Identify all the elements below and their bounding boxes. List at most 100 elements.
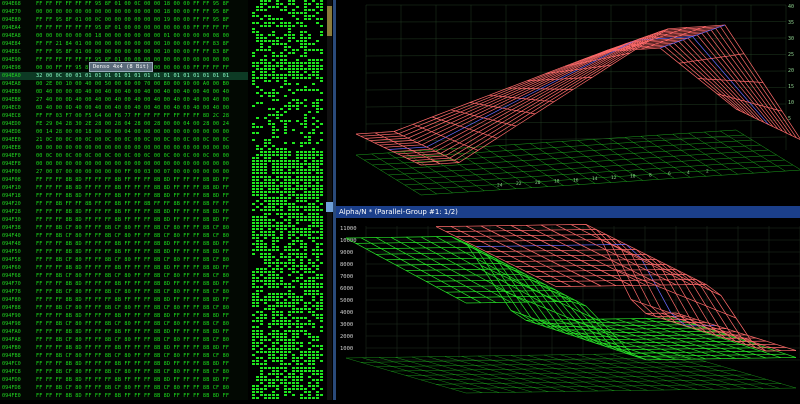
hex-row-bytes[interactable]: 00 2E 00 10 00 40 00 50 00 60 00 70 00 8…: [36, 80, 229, 88]
hex-row-bytes[interactable]: FF FF 8B CF 80 FF FF 8B CF 80 FF FF 8B C…: [36, 224, 229, 232]
hex-row[interactable]: 094F98 FF FF 8B CF 80 FF FF 8B CF 80 FF F…: [0, 320, 248, 328]
hex-row-bytes[interactable]: FF FF 03 F7 00 F5 64 60 F8 77 FF FF FF F…: [36, 112, 229, 120]
hex-row-bytes[interactable]: FF FF FF FF FF FF 95 8F 01 00 0C 00 00 1…: [36, 0, 229, 8]
hex-row[interactable]: 094F70 FF FF FF 8B 8D FF FF FF 8B FF FF F…: [0, 280, 248, 288]
hex-row-bytes[interactable]: 00 14 28 00 00 18 00 00 00 04 00 00 00 0…: [36, 128, 229, 136]
hex-row[interactable]: 094ED0 FE 29 04 28 30 2E 28 00 28 04 28 0…: [0, 120, 248, 128]
hex-row-bytes[interactable]: 00 00 00 00 00 00 00 00 00 00 00 00 00 1…: [36, 8, 229, 16]
hex-row[interactable]: 094FD8 FF FF 8B CF 80 FF FF 8B CF 80 FF F…: [0, 384, 248, 392]
hex-dump-pane[interactable]: 094E68 FF FF FF FF FF FF 95 8F 01 00 0C 0…: [0, 0, 248, 400]
hex-row[interactable]: 094EB0 0D 40 00 00 0D 40 00 40 00 40 00 4…: [0, 88, 248, 96]
hex-row[interactable]: 094F20 FF FF 8B FF FF 8B FF FF 8B FF FF 8…: [0, 200, 248, 208]
hex-row[interactable]: 094FC8 FF FF 8B CF 80 FF FF 8B CF 80 FF F…: [0, 368, 248, 376]
top-3d-surface-svg[interactable]: 40353025201510524 22 20 18 16 14 12 10 8 6 4 2: [336, 0, 800, 206]
hex-row-bytes[interactable]: FF FF FF 8B 8D FF FF FF 8B FF FF FF 8B 8…: [36, 280, 229, 288]
hex-row[interactable]: 094E8C FF FF 95 8F 01 00 00 00 00 00 00 0…: [0, 48, 248, 56]
hex-row[interactable]: 094F40 FF FF 8B CF 80 FF FF 8B CF 80 FF F…: [0, 232, 248, 240]
hex-row[interactable]: 094FB8 FF FF 8B CF 80 FF FF 8B CF 80 FF F…: [0, 352, 248, 360]
hex-row[interactable]: 094F18 FF FF FF 8B 8D FF FF FF 8B FF FF F…: [0, 192, 248, 200]
hex-row[interactable]: 094EA0 32 00 0C 00 01 01 01 01 01 01 01 0…: [0, 72, 248, 80]
hex-row-bytes[interactable]: FF FF 21 84 01 00 00 00 00 00 00 00 00 1…: [36, 40, 229, 48]
hex-row-bytes[interactable]: 00 00 00 00 00 00 18 00 00 00 00 00 00 0…: [36, 32, 229, 40]
hex-row[interactable]: 094F38 FF FF 8B CF 80 FF FF 8B CF 80 FF F…: [0, 224, 248, 232]
hex-row[interactable]: 094EB8 27 40 00 0D 40 00 40 00 40 00 40 0…: [0, 96, 248, 104]
hex-row-bytes[interactable]: 21 0C 00 0C 00 0C 00 0C 00 0C 00 0C 00 0…: [36, 136, 229, 144]
scrollbar-thumb[interactable]: [327, 6, 332, 36]
bitmap-view[interactable]: [250, 0, 326, 400]
hex-row-bytes[interactable]: FF FF FF 8B 8D FF FF FF 8B FF FF FF 8B 8…: [36, 376, 229, 384]
hex-row-bytes[interactable]: 0D 40 00 00 0D 40 00 40 00 40 00 40 00 4…: [36, 88, 229, 96]
hex-row[interactable]: 094FA8 FF FF 8B CF 80 FF FF 8B CF 80 FF F…: [0, 336, 248, 344]
hex-row[interactable]: 094F78 FF FF 8B CF 80 FF FF 8B CF 80 FF F…: [0, 288, 248, 296]
hex-row[interactable]: 094E84 FF FF 21 84 01 00 00 00 00 00 00 0…: [0, 40, 248, 48]
hex-row[interactable]: 094FC0 FF FF FF 8B 8D FF FF FF 8B FF FF F…: [0, 360, 248, 368]
hex-row-bytes[interactable]: 0D 40 00 0D 40 00 40 00 40 00 40 00 40 0…: [36, 104, 229, 112]
hex-row[interactable]: 094F80 FF FF FF 8B 8D FF FF FF 8B FF FF F…: [0, 296, 248, 304]
hex-row[interactable]: 094FE0 FF FF FF 8B 8D FF FF FF 8B FF FF F…: [0, 392, 248, 400]
hex-row[interactable]: 094FA0 FF FF FF 8B 8D FF FF FF 8B FF FF F…: [0, 328, 248, 336]
hex-row[interactable]: 094EE0 21 0C 00 0C 00 0C 00 0C 00 0C 00 0…: [0, 136, 248, 144]
hex-row[interactable]: 094F48 FF FF FF 8B 8D FF FF FF 8B FF FF F…: [0, 240, 248, 248]
hex-row[interactable]: 094F68 FF FF 8B CF 80 FF FF 8B CF 80 FF F…: [0, 272, 248, 280]
hex-row[interactable]: 094EC8 FF FF 03 F7 00 F5 64 60 F8 77 FF F…: [0, 112, 248, 120]
hex-row[interactable]: 094EC0 0D 40 00 0D 40 00 40 00 40 00 40 0…: [0, 104, 248, 112]
hex-row[interactable]: 094EA8 00 2E 00 10 00 40 00 50 00 60 00 7…: [0, 80, 248, 88]
hex-row-bytes[interactable]: FF FF FF 8B 8D FF FF FF 8B FF FF FF 8B 8…: [36, 184, 229, 192]
hex-row[interactable]: 094E80 FF FF 95 8F 01 00 0C 00 00 00 00 0…: [0, 16, 248, 24]
bottom-3d-surface-svg[interactable]: 1100010000900080007000600050004000300020…: [336, 218, 800, 400]
hex-row[interactable]: 094EF0 00 0C 00 0C 00 0C 00 0C 00 0C 00 0…: [0, 152, 248, 160]
hex-row-bytes[interactable]: FF FF FF 8B 8D FF FF FF 8B FF FF FF 8B 8…: [36, 328, 229, 336]
hex-row[interactable]: 094F90 FF FF FF 8B 8D FF FF FF 8B FF FF F…: [0, 312, 248, 320]
hex-row-bytes[interactable]: FF FF 8B CF 80 FF FF 8B CF 80 FF FF 8B C…: [36, 368, 229, 376]
hex-row[interactable]: 094F30 FF FF FF 8B 8D FF FF FF 8B FF FF F…: [0, 216, 248, 224]
hex-row-bytes[interactable]: FF FF FF 8B 8D FF FF FF 8B FF FF FF 8B 8…: [36, 344, 229, 352]
hex-row-bytes[interactable]: FF FF FF 8B 8D FF FF FF 8B FF FF FF 8B 8…: [36, 216, 229, 224]
hex-row[interactable]: 094F08 FF FF FF 8B 8D FF FF FF 8B FF FF F…: [0, 176, 248, 184]
hex-row[interactable]: 094F28 FF FF FF 8B 8D FF FF FF 8B FF FF F…: [0, 208, 248, 216]
hex-row-bytes[interactable]: 27 00 07 00 00 00 00 00 00 FF 00 03 00 0…: [36, 168, 229, 176]
bottom-window-titlebar[interactable]: Alpha/N * (Parallel-Group #1: 1/2): [336, 206, 800, 218]
hex-row-bytes[interactable]: 00 00 00 00 00 00 00 00 00 00 00 00 00 0…: [36, 144, 229, 152]
hex-row-bytes[interactable]: FF FF FF 8B 8D FF FF FF 8B FF FF FF 8B 8…: [36, 296, 229, 304]
hex-row-bytes[interactable]: FF FF FF 8B 8D FF FF FF 8B FF FF FF 8B 8…: [36, 208, 229, 216]
hex-row-bytes[interactable]: FF FF FF 8B 8D FF FF FF 8B FF FF FF 8B 8…: [36, 240, 229, 248]
hex-row-bytes[interactable]: FF FF 8B CF 80 FF FF 8B CF 80 FF FF 8B C…: [36, 336, 229, 344]
hex-row[interactable]: 094EF8 00 00 00 00 00 00 00 00 00 00 00 0…: [0, 160, 248, 168]
hex-row-bytes[interactable]: FF FF FF 8B 8D FF FF FF 8B FF FF FF 8B 8…: [36, 176, 229, 184]
hex-row-bytes[interactable]: FF FF 8B CF 80 FF FF 8B CF 80 FF FF 8B C…: [36, 304, 229, 312]
hex-row[interactable]: 094ED8 00 14 28 00 00 18 00 00 00 04 00 0…: [0, 128, 248, 136]
hex-row-bytes[interactable]: FF FF FF 8B 8D FF FF FF 8B FF FF FF 8B 8…: [36, 392, 229, 400]
hex-row[interactable]: 094FB0 FF FF FF 8B 8D FF FF FF 8B FF FF F…: [0, 344, 248, 352]
hex-row-bytes[interactable]: FF FF 8B CF 80 FF FF 8B CF 80 FF FF 8B C…: [36, 384, 229, 392]
hex-row-bytes[interactable]: FF FF 8B CF 80 FF FF 8B CF 80 FF FF 8B C…: [36, 352, 229, 360]
hex-row-bytes[interactable]: 27 40 00 0D 40 00 40 00 40 00 40 00 40 0…: [36, 96, 229, 104]
hex-row[interactable]: 094F10 FF FF FF 8B 8D FF FF FF 8B FF FF F…: [0, 184, 248, 192]
hex-row[interactable]: 094E68 FF FF FF FF FF FF 95 8F 01 00 0C 0…: [0, 0, 248, 8]
vertical-scrollbar[interactable]: [327, 0, 332, 400]
hex-row-bytes[interactable]: FF FF 8B CF 80 FF FF 8B CF 80 FF FF 8B C…: [36, 256, 229, 264]
hex-row-bytes[interactable]: FE 29 04 28 30 2E 28 00 28 04 28 00 28 0…: [36, 120, 229, 128]
hex-row-bytes[interactable]: FF FF 95 8F 01 00 0C 00 00 00 00 00 00 1…: [36, 16, 229, 24]
bottom-3d-plot[interactable]: 11000 10000 9000 8000 7000 6000 5000 4000 3000 20…: [336, 218, 800, 400]
hex-row[interactable]: 094F00 27 00 07 00 00 00 00 00 00 FF 00 0…: [0, 168, 248, 176]
hex-row-bytes[interactable]: FF FF 8B CF 80 FF FF 8B CF 80 FF FF 8B C…: [36, 320, 229, 328]
hex-row-bytes[interactable]: FF FF 95 8F 01 00 00 00 00 00 00 00 00 1…: [36, 48, 229, 56]
hex-row-bytes[interactable]: FF FF 8B CF 80 FF FF 8B CF 80 FF FF 8B C…: [36, 272, 229, 280]
hex-row-bytes[interactable]: FF FF FF 8B 8D FF FF FF 8B FF FF FF 8B 8…: [36, 192, 229, 200]
hex-row-bytes[interactable]: 00 0C 00 0C 00 0C 00 0C 00 0C 00 0C 00 0…: [36, 152, 229, 160]
hex-row[interactable]: 094F50 FF FF FF 8B 8D FF FF FF 8B FF FF F…: [0, 248, 248, 256]
hex-row[interactable]: 094E70 00 00 00 00 00 00 00 00 00 00 00 0…: [0, 8, 248, 16]
hex-row-bytes[interactable]: FF FF FF FF FF FF 95 8F 01 00 00 00 00 0…: [36, 24, 229, 32]
hex-row[interactable]: 094FD0 FF FF FF 8B 8D FF FF FF 8B FF FF F…: [0, 376, 248, 384]
hex-row-bytes[interactable]: FF FF FF 8B 8D FF FF FF 8B FF FF FF 8B 8…: [36, 360, 229, 368]
hex-row[interactable]: 094F88 FF FF 8B CF 80 FF FF 8B CF 80 FF F…: [0, 304, 248, 312]
hex-row-bytes[interactable]: FF FF FF 8B 8D FF FF FF 8B FF FF FF 8B 8…: [36, 264, 229, 272]
hex-row-bytes[interactable]: FF FF 8B CF 80 FF FF 8B CF 80 FF FF 8B C…: [36, 288, 229, 296]
hex-row-bytes[interactable]: 00 00 00 00 00 00 00 00 00 00 00 00 00 0…: [36, 160, 229, 168]
hex-row-bytes[interactable]: FF FF 8B CF 80 FF FF 8B CF 80 FF FF 8B C…: [36, 232, 229, 240]
top-3d-plot[interactable]: 40 35 30 25 20 15 10 5 24 22 20 18 16 14 12 10 8 6 4 2: [336, 0, 800, 206]
scroll-position-marker[interactable]: [326, 202, 333, 212]
hex-row[interactable]: 094EA8 00 00 00 00 00 00 18 00 00 00 00 0…: [0, 32, 248, 40]
hex-row[interactable]: 094EA4 FF FF FF FF FF FF 95 8F 01 00 00 0…: [0, 24, 248, 32]
hex-row[interactable]: 094EE8 00 00 00 00 00 00 00 00 00 00 00 0…: [0, 144, 248, 152]
